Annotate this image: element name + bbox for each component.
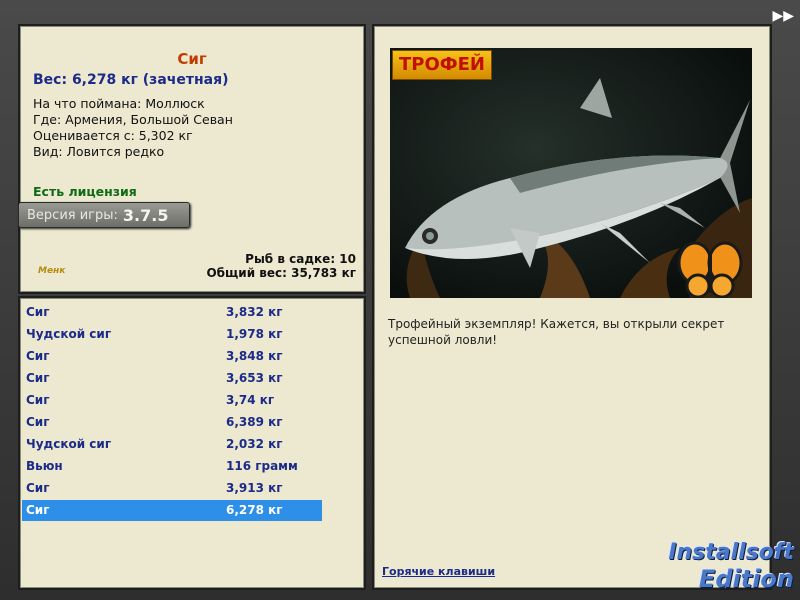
fish-weight: Вес: 6,278 кг (зачетная) [33,72,229,88]
catch-fish-name: Сиг [26,371,50,385]
bait-info: На что поймана: Моллюск [33,96,205,111]
version-number: 3.7.5 [122,205,169,225]
catch-fish-weight: 6,389 кг [226,415,283,429]
fish-photo: ТРОФЕЙ [390,48,752,298]
catch-list-row[interactable]: Сиг 3,913 кг [22,478,322,499]
total-weight: Общий вес: 35,783 кг [206,266,356,280]
hotkeys-link[interactable]: Горячие клавиши [382,565,495,578]
catch-fish-name: Сиг [26,305,50,319]
catch-list-panel: Сиг 3,832 кг Чудской сиг 1,978 кг Сиг 3,848 к… [18,296,366,590]
catch-fish-weight: 6,278 кг [226,503,283,517]
version-label: Версия игры: [27,207,118,223]
fish-info-panel: Сиг Вес: 6,278 кг (зачетная) На что пойм… [18,24,366,294]
catch-fish-name: Сиг [26,415,50,429]
catch-fish-weight: 3,653 кг [226,371,283,385]
catch-list-row[interactable]: Чудской сиг 2,032 кг [22,434,322,455]
catch-fish-weight: 3,848 кг [226,349,283,363]
trophy-label: ТРОФЕЙ [392,50,492,80]
catch-fish-weight: 1,978 кг [226,327,283,341]
catch-fish-name: Сиг [26,503,50,517]
catch-fish-name: Сиг [26,481,50,495]
catch-fish-name: Чудской сиг [26,327,112,341]
catch-list-row[interactable]: Сиг 3,848 кг [22,346,322,367]
catch-fish-weight: 3,913 кг [226,481,283,495]
catch-fish-weight: 2,032 кг [226,437,283,451]
location-info: Где: Армения, Большой Севан [33,112,233,127]
catch-fish-name: Сиг [26,349,50,363]
fish-illustration [405,78,752,298]
version-badge: Версия игры: 3.7.5 [18,202,190,228]
fast-forward-icon[interactable]: ▶▶ [772,8,794,24]
catch-fish-weight: 3,74 кг [226,393,275,407]
catch-fish-weight: 116 грамм [226,459,298,473]
fish-name: Сиг [177,50,207,68]
catch-fish-name: Чудской сиг [26,437,112,451]
catch-list-row[interactable]: Сиг 6,389 кг [22,412,322,433]
fish-count: Рыб в садке: 10 [245,252,356,266]
catch-fish-name: Сиг [26,393,50,407]
brand-line-1: Installsoft [668,540,794,565]
catch-list-row[interactable]: Сиг 3,74 кг [22,390,322,411]
rated-from-info: Оценивается с: 5,302 кг [33,128,193,143]
license-status: Есть лицензия [33,184,137,199]
fish-detail-panel: ТРОФЕЙ Трофейный экземпляр! Кажется, вы … [372,24,772,590]
catch-list-row[interactable]: Сиг 3,832 кг [22,302,322,323]
catch-list-row[interactable]: Чудской сиг 1,978 кг [22,324,322,345]
brand-logo: Installsoft Edition [668,540,794,592]
catch-list-row[interactable]: Сиг 6,278 кг [22,500,322,521]
trophy-description: Трофейный экземпляр! Кажется, вы открыли… [388,317,725,347]
brand-line-2: Edition [698,565,794,593]
catch-list-row[interactable]: Сиг 3,653 кг [22,368,322,389]
catch-list-row[interactable]: Вьюн 116 грамм [22,456,322,477]
species-rarity-info: Вид: Ловится редко [33,144,165,159]
catch-fish-weight: 3,832 кг [226,305,283,319]
catch-fish-name: Вьюн [26,459,63,473]
mini-logo: Менк [38,266,66,276]
